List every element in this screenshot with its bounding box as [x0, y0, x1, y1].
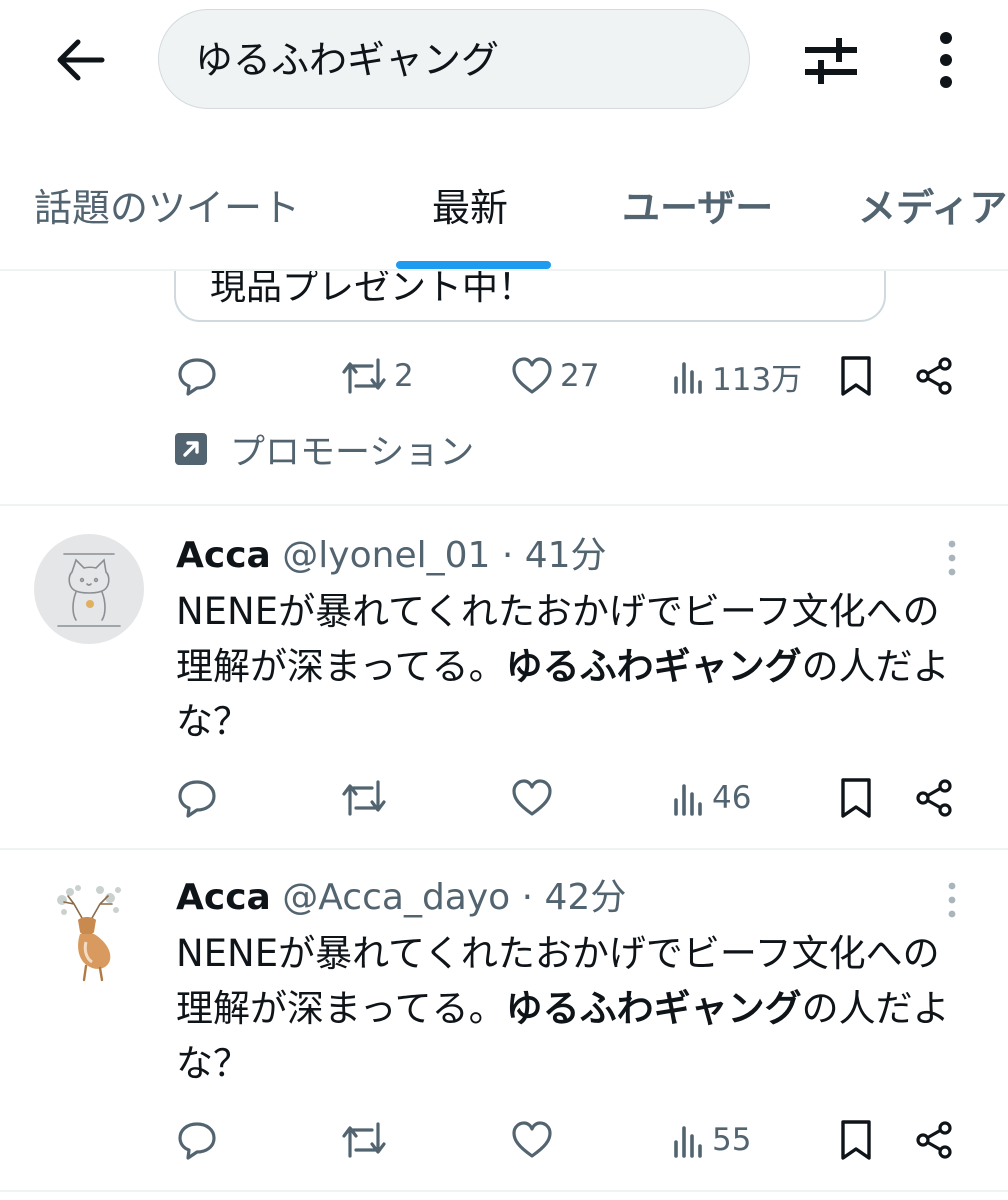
reply-button[interactable] [176, 1114, 218, 1166]
tweet-text: NENEが暴れてくれたおかげでビーフ文化への理解が深まってる。ゆるふわギャングの… [176, 926, 976, 1091]
search-query: ゆるふわギャング [195, 38, 500, 82]
user-handle-time[interactable]: @Acca_dayo · 42分 [282, 877, 626, 918]
tab-latest[interactable]: 最新 [432, 178, 508, 238]
user-display-name[interactable]: Acca [176, 877, 271, 918]
tab-media[interactable]: メディア [858, 178, 1007, 238]
view-count: 46 [712, 780, 752, 816]
tweet-more-button[interactable] [932, 870, 972, 930]
repost-icon [342, 1122, 386, 1158]
repost-button[interactable] [340, 1114, 388, 1166]
share-icon [916, 1121, 952, 1159]
views-button[interactable]: 46 [672, 772, 751, 824]
avatar[interactable] [34, 876, 144, 986]
promo-card-text: 現品プレゼント中！ [210, 267, 535, 308]
repost-button[interactable] [340, 772, 388, 824]
tweet-divider [0, 504, 1008, 506]
reply-button[interactable] [176, 350, 218, 402]
search-filter-button[interactable] [796, 22, 866, 98]
bookmark-button[interactable] [838, 350, 874, 402]
bookmark-icon [841, 778, 871, 818]
more-vertical-icon [940, 32, 952, 88]
arrow-left-icon [57, 39, 105, 81]
bookmark-icon [841, 1120, 871, 1160]
share-icon [916, 779, 952, 817]
heart-icon [512, 779, 552, 816]
avatar[interactable] [34, 534, 144, 644]
reply-icon [178, 780, 216, 818]
back-button[interactable] [42, 22, 118, 98]
search-term-highlight: ゆるふわギャング [505, 987, 802, 1030]
tweet-divider [0, 848, 1008, 850]
tab-users[interactable]: ユーザー [622, 178, 773, 238]
active-tab-indicator [396, 261, 551, 269]
views-button[interactable]: 113万 [672, 350, 802, 402]
reply-icon [178, 358, 216, 396]
promoted-text: プロモーション [230, 432, 475, 473]
like-button[interactable]: 27 [510, 350, 599, 402]
analytics-icon [674, 1126, 702, 1158]
tab-top-tweets[interactable]: 話題のツイート [34, 178, 300, 238]
view-count: 113万 [712, 361, 803, 398]
share-button[interactable] [914, 350, 954, 402]
reply-button[interactable] [176, 772, 218, 824]
promoted-arrow-icon [175, 433, 207, 465]
search-input[interactable]: ゆるふわギャング [158, 9, 750, 109]
user-handle-time[interactable]: @lyonel_01 · 41分 [282, 535, 606, 576]
view-count: 55 [712, 1122, 752, 1158]
bookmark-button[interactable] [838, 1114, 874, 1166]
heart-icon [512, 1121, 552, 1158]
more-vertical-icon [948, 540, 956, 576]
deer-avatar-icon [34, 876, 144, 986]
bookmark-button[interactable] [838, 772, 874, 824]
tweet-header: Acca @Acca_dayo · 42分 [176, 874, 626, 922]
cat-drawing-avatar-icon [34, 534, 144, 644]
more-vertical-icon [948, 882, 956, 918]
views-button[interactable]: 55 [672, 1114, 751, 1166]
share-button[interactable] [914, 772, 954, 824]
repost-count: 2 [394, 358, 414, 394]
tweet-divider [0, 1190, 1008, 1192]
tabs-divider [0, 269, 1008, 271]
repost-button[interactable]: 2 [340, 350, 414, 402]
user-display-name[interactable]: Acca [176, 535, 271, 576]
repost-icon [342, 358, 386, 394]
promoted-label: プロモーション [174, 424, 474, 474]
more-options-button[interactable] [916, 22, 976, 98]
like-button[interactable] [510, 1114, 554, 1166]
sliders-icon [805, 38, 857, 84]
share-icon [916, 357, 952, 395]
search-term-highlight: ゆるふわギャング [505, 645, 802, 688]
tweet-header: Acca @lyonel_01 · 41分 [176, 532, 607, 580]
like-button[interactable] [510, 772, 554, 824]
share-button[interactable] [914, 1114, 954, 1166]
tweet-text: NENEが暴れてくれたおかげでビーフ文化への理解が深まってる。ゆるふわギャングの… [176, 584, 976, 749]
analytics-icon [674, 362, 702, 394]
heart-icon [512, 357, 552, 394]
tweet-more-button[interactable] [932, 528, 972, 588]
analytics-icon [674, 784, 702, 816]
like-count: 27 [560, 358, 600, 394]
repost-icon [342, 780, 386, 816]
reply-icon [178, 1122, 216, 1160]
bookmark-icon [841, 356, 871, 396]
